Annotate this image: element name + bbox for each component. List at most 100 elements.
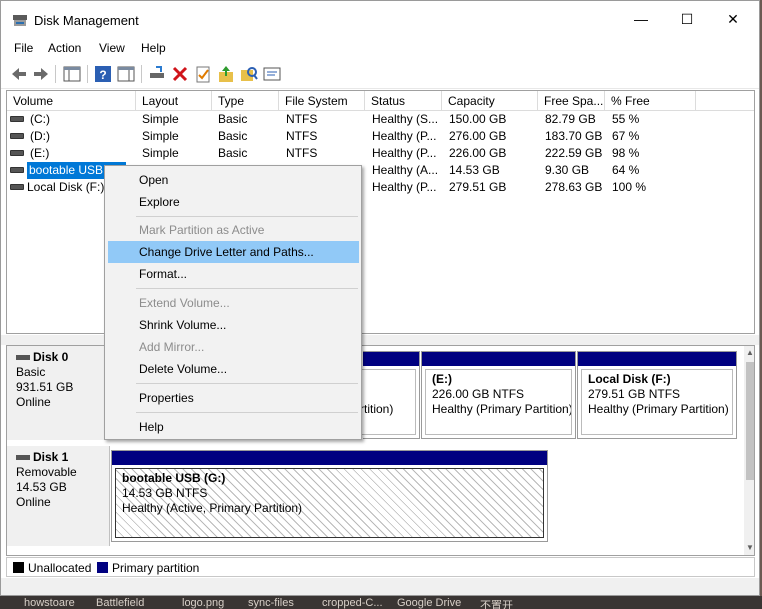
menu-item-change-drive-letter[interactable]: Change Drive Letter and Paths... xyxy=(108,241,359,263)
cell-file-system: NTFS xyxy=(286,146,318,160)
table-row[interactable]: (C:) Simple Basic NTFS Healthy (S... 150… xyxy=(7,111,754,128)
taskbar-item[interactable]: Battlefield xyxy=(96,597,144,609)
column-header-free-space[interactable]: Free Spa... xyxy=(538,91,605,111)
menu-separator xyxy=(136,412,358,413)
menu-item-format[interactable]: Format... xyxy=(108,263,359,285)
menu-item-shrink-volume[interactable]: Shrink Volume... xyxy=(108,314,359,336)
cell-type: Basic xyxy=(218,112,248,126)
cell-status: Healthy (P... xyxy=(372,129,437,143)
cell-layout: Simple xyxy=(142,112,179,126)
window-title: Disk Management xyxy=(34,13,139,28)
partition-d[interactable]: rtition) xyxy=(360,351,420,439)
partition-detail: 14.53 GB NTFS xyxy=(122,486,208,500)
column-header-percent-free[interactable]: % Free xyxy=(605,91,696,111)
forward-arrow-icon[interactable] xyxy=(31,64,51,84)
cell-free-space: 222.59 GB xyxy=(545,146,603,160)
taskbar-item[interactable]: 不置开 xyxy=(480,597,513,609)
scroll-down-icon[interactable]: ▼ xyxy=(744,542,754,554)
unallocated-swatch xyxy=(13,562,24,573)
partition-body-selected: bootable USB (G:) 14.53 GB NTFS Healthy … xyxy=(115,468,544,538)
cell-status: Healthy (P... xyxy=(372,180,437,194)
partition-f[interactable]: Local Disk (F:) 279.51 GB NTFS Healthy (… xyxy=(577,351,737,439)
column-header-volume[interactable]: Volume xyxy=(7,91,136,111)
desktop-taskbar: howstoare Battlefield logo.png sync-file… xyxy=(0,596,762,609)
scrollbar-thumb[interactable] xyxy=(746,362,754,480)
check-disk-icon[interactable] xyxy=(193,64,213,84)
partition-body: Local Disk (F:) 279.51 GB NTFS Healthy (… xyxy=(581,369,733,435)
column-header-type[interactable]: Type xyxy=(212,91,279,111)
menu-item-add-mirror: Add Mirror... xyxy=(139,340,205,354)
partition-e[interactable]: (E:) 226.00 GB NTFS Healthy (Primary Par… xyxy=(421,351,576,439)
search-folder-icon[interactable] xyxy=(239,64,259,84)
up-folder-icon[interactable] xyxy=(216,64,236,84)
cell-status: Healthy (A... xyxy=(372,163,439,177)
partition-name xyxy=(360,372,409,387)
title-bar[interactable]: Disk Management — ☐ ✕ xyxy=(1,1,759,37)
partition-g[interactable]: bootable USB (G:) 14.53 GB NTFS Healthy … xyxy=(111,450,548,542)
column-header-status[interactable]: Status xyxy=(365,91,442,111)
partition-name: Local Disk (F:) xyxy=(588,372,671,386)
taskbar-item[interactable]: sync-files xyxy=(248,597,294,609)
close-button[interactable]: ✕ xyxy=(710,1,756,37)
partition-detail xyxy=(360,387,409,402)
minimize-button[interactable]: — xyxy=(618,1,664,37)
taskbar-item[interactable]: cropped-C... xyxy=(322,597,383,609)
cell-capacity: 279.51 GB xyxy=(449,180,507,194)
column-header-layout[interactable]: Layout xyxy=(136,91,212,111)
connect-drive-icon[interactable] xyxy=(147,64,167,84)
back-arrow-icon[interactable] xyxy=(9,64,29,84)
taskbar-item[interactable]: logo.png xyxy=(182,597,224,609)
cell-free-space: 278.63 GB xyxy=(545,180,603,194)
menu-item-open[interactable]: Open xyxy=(108,169,359,191)
toolbar: ? xyxy=(1,59,759,89)
partition-status: Healthy (Primary Partition) xyxy=(432,402,572,416)
disk-name: Disk 1 xyxy=(33,450,69,464)
show-hide-action-pane-icon[interactable] xyxy=(116,64,136,84)
show-hide-console-tree-icon[interactable] xyxy=(62,64,82,84)
disk-state: Online xyxy=(16,395,51,409)
legend: Unallocated Primary partition xyxy=(6,557,755,577)
scroll-up-icon[interactable]: ▲ xyxy=(744,347,754,359)
partition-status: Healthy (Active, Primary Partition) xyxy=(122,501,303,515)
delete-icon[interactable] xyxy=(170,64,190,84)
maximize-button[interactable]: ☐ xyxy=(664,1,710,37)
volume-list-header: Volume Layout Type File System Status Ca… xyxy=(7,91,754,111)
column-header-file-system[interactable]: File System xyxy=(279,91,365,111)
disk-1-title: Disk 1 xyxy=(16,450,109,465)
taskbar-item[interactable]: howstoare xyxy=(24,597,75,609)
partition-bar xyxy=(112,451,547,465)
properties-icon[interactable] xyxy=(262,64,282,84)
menu-item-explore[interactable]: Explore xyxy=(108,191,359,213)
help-icon[interactable]: ? xyxy=(93,64,113,84)
column-header-capacity[interactable]: Capacity xyxy=(442,91,538,111)
partition-body: rtition) xyxy=(360,369,416,435)
disk-size: 931.51 GB xyxy=(16,380,74,394)
disk-management-icon xyxy=(13,15,27,26)
menu-action[interactable]: Action xyxy=(48,41,81,55)
disk-icon xyxy=(16,355,30,361)
cell-free-space: 183.70 GB xyxy=(545,129,603,143)
menu-item-help[interactable]: Help xyxy=(108,416,359,438)
partition-status: Healthy (Primary Partition) xyxy=(588,402,729,416)
partition-status: rtition) xyxy=(360,402,394,416)
cell-capacity: 14.53 GB xyxy=(449,163,500,177)
table-row[interactable]: (E:) Simple Basic NTFS Healthy (P... 226… xyxy=(7,145,754,162)
menu-help[interactable]: Help xyxy=(141,41,166,55)
disk-state: Online xyxy=(16,495,51,509)
menu-item-delete-volume[interactable]: Delete Volume... xyxy=(108,358,359,380)
vertical-scrollbar[interactable]: ▲ ▼ xyxy=(744,346,754,555)
volume-icon xyxy=(10,116,24,122)
table-row[interactable]: (D:) Simple Basic NTFS Healthy (P... 276… xyxy=(7,128,754,145)
menu-file[interactable]: File xyxy=(14,41,33,55)
cell-capacity: 226.00 GB xyxy=(449,146,507,160)
disk-0-info[interactable]: Disk 0 Basic 931.51 GB Online xyxy=(7,346,110,440)
menu-item-mark-partition-active: Mark Partition as Active xyxy=(139,223,265,237)
menu-view[interactable]: View xyxy=(99,41,125,55)
disk-name: Disk 0 xyxy=(33,350,69,364)
taskbar-item[interactable]: Google Drive xyxy=(397,597,461,609)
menu-item-properties[interactable]: Properties xyxy=(108,387,359,409)
partition-name: bootable USB (G:) xyxy=(122,471,226,485)
partition-bar xyxy=(578,352,736,366)
status-bar xyxy=(1,578,759,595)
disk-1-info[interactable]: Disk 1 Removable 14.53 GB Online xyxy=(7,446,110,546)
